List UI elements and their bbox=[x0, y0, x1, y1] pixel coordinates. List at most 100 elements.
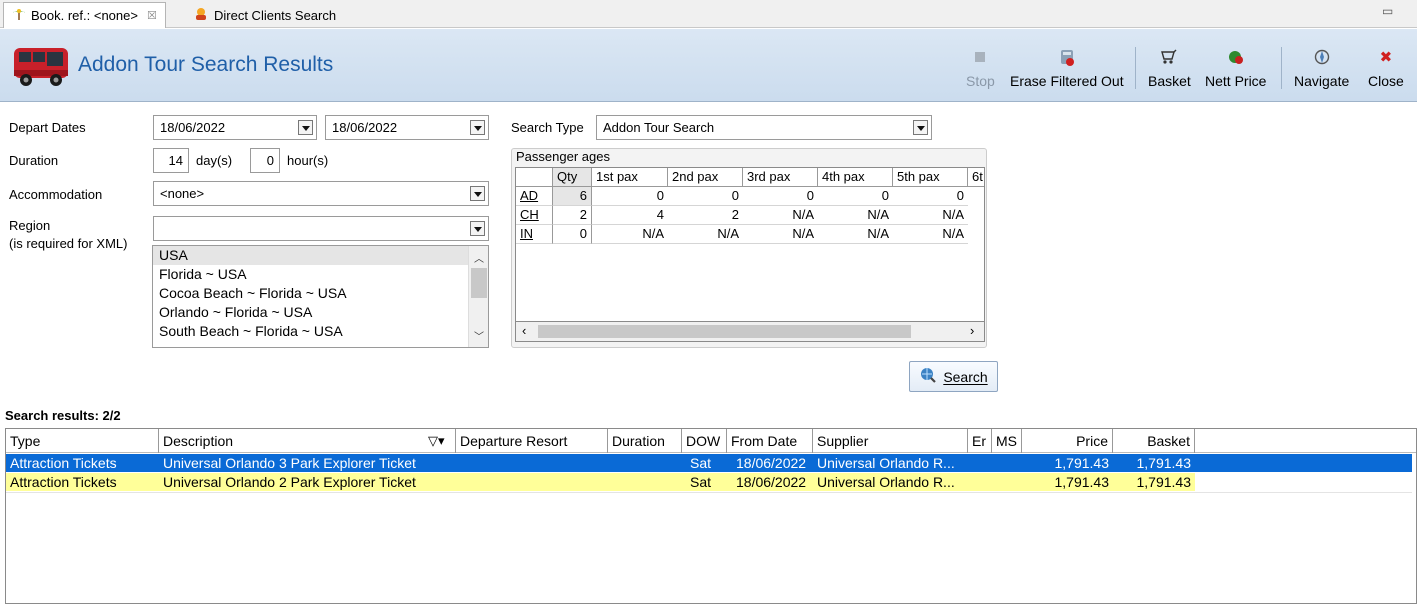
col-header-departure-resort[interactable]: Departure Resort bbox=[456, 429, 608, 453]
region-list-scrollbar[interactable]: ︿ ﹀ bbox=[468, 246, 488, 347]
grid-cell[interactable]: N/A bbox=[668, 225, 743, 244]
scroll-thumb[interactable] bbox=[471, 268, 487, 298]
chevron-down-icon[interactable] bbox=[470, 120, 485, 135]
depart-to-value: 18/06/2022 bbox=[332, 120, 398, 135]
grid-cell[interactable]: 2 bbox=[553, 206, 592, 225]
col-header-description[interactable]: Description bbox=[159, 429, 456, 453]
col-header-duration[interactable]: Duration bbox=[608, 429, 682, 453]
minimize-icon[interactable]: ▭ bbox=[1382, 4, 1399, 18]
grid-cell[interactable]: 0 bbox=[893, 187, 968, 206]
grid-cell[interactable]: N/A bbox=[592, 225, 668, 244]
accommodation-select[interactable]: <none> bbox=[153, 181, 489, 206]
stop-button[interactable]: Stop bbox=[966, 47, 995, 89]
close-button[interactable]: ✖ Close bbox=[1368, 47, 1404, 89]
grid-cell[interactable]: N/A bbox=[743, 225, 818, 244]
filter-icon[interactable]: ▽▾ bbox=[428, 433, 445, 449]
search-type-select[interactable]: Addon Tour Search bbox=[596, 115, 932, 140]
depart-to-date[interactable]: 18/06/2022 bbox=[325, 115, 489, 140]
grid-cell[interactable]: 0 bbox=[743, 187, 818, 206]
chevron-down-icon[interactable] bbox=[470, 186, 485, 201]
cell-er bbox=[968, 473, 992, 491]
depart-from-date[interactable]: 18/06/2022 bbox=[153, 115, 317, 140]
grid-cell[interactable]: 4 bbox=[592, 206, 668, 225]
passenger-grid-scrollbar[interactable]: ‹ › bbox=[515, 322, 985, 342]
passenger-ages-label: Passenger ages bbox=[516, 149, 610, 164]
grid-cell[interactable]: 0 bbox=[668, 187, 743, 206]
navigate-icon bbox=[1312, 47, 1332, 67]
region-note: (is required for XML) bbox=[9, 236, 128, 251]
scroll-thumb[interactable] bbox=[538, 325, 911, 338]
grid-cell[interactable]: N/A bbox=[893, 206, 968, 225]
passenger-ages-grid[interactable]: Qty 1st pax 2nd pax 3rd pax 4th pax 5th … bbox=[515, 167, 985, 322]
hours-unit-label: hour(s) bbox=[287, 153, 329, 168]
close-icon[interactable]: ☒ bbox=[147, 9, 157, 22]
navigate-button[interactable]: Navigate bbox=[1294, 47, 1349, 89]
tab-book-ref[interactable]: Book. ref.: <none> ☒ bbox=[3, 2, 166, 28]
col-header-ms[interactable]: MS bbox=[992, 429, 1022, 453]
tab-label: Direct Clients Search bbox=[214, 7, 337, 23]
grid-cell[interactable]: 0 bbox=[592, 187, 668, 206]
cell-basket: 1,791.43 bbox=[1136, 474, 1192, 490]
table-row[interactable]: Attraction Tickets Universal Orlando 2 P… bbox=[6, 473, 1195, 491]
chevron-down-icon[interactable]: ﹀ bbox=[474, 328, 484, 343]
grid-cell[interactable]: N/A bbox=[818, 206, 893, 225]
search-button[interactable]: Search bbox=[909, 361, 998, 392]
grid-cell[interactable]: 2 bbox=[668, 206, 743, 225]
col-header-dow[interactable]: DOW bbox=[682, 429, 727, 453]
tab-direct-clients-search[interactable]: Direct Clients Search bbox=[185, 2, 344, 28]
grid-cell[interactable]: 0 bbox=[818, 187, 893, 206]
search-results-count: Search results: 2/2 bbox=[5, 408, 121, 423]
grid-cell[interactable]: N/A bbox=[818, 225, 893, 244]
duration-hours-input[interactable]: 0 bbox=[250, 148, 280, 173]
chevron-up-icon[interactable]: ︿ bbox=[474, 250, 484, 265]
basket-button[interactable]: Basket bbox=[1148, 47, 1191, 89]
grid-cell[interactable]: N/A bbox=[893, 225, 968, 244]
row-header-in[interactable]: IN bbox=[516, 225, 553, 244]
grid-cell[interactable]: 6 bbox=[553, 187, 592, 206]
cell-departure-resort bbox=[456, 454, 608, 472]
list-item[interactable]: Cocoa Beach ~ Florida ~ USA bbox=[153, 284, 488, 303]
chevron-down-icon[interactable] bbox=[913, 120, 928, 135]
col-header-2nd-pax[interactable]: 2nd pax bbox=[668, 168, 743, 187]
search-type-value: Addon Tour Search bbox=[603, 120, 715, 135]
col-header-price[interactable]: Price bbox=[1022, 429, 1113, 453]
col-header-qty[interactable]: Qty bbox=[553, 168, 592, 187]
accommodation-value: <none> bbox=[160, 186, 205, 201]
grid-cell[interactable]: N/A bbox=[743, 206, 818, 225]
col-header-6th-pax[interactable]: 6t bbox=[968, 168, 984, 187]
duration-days-input[interactable]: 14 bbox=[153, 148, 189, 173]
list-item[interactable]: USA bbox=[153, 246, 488, 265]
list-item[interactable]: Orlando ~ Florida ~ USA bbox=[153, 303, 488, 322]
nett-price-button[interactable]: Nett Price bbox=[1205, 47, 1266, 89]
results-table[interactable]: Type Description ▽▾ Departure Resort Dur… bbox=[5, 428, 1417, 604]
col-header-from-date[interactable]: From Date bbox=[727, 429, 813, 453]
col-header-type[interactable]: Type bbox=[6, 429, 159, 453]
cell-ms bbox=[992, 454, 1022, 472]
chevron-down-icon[interactable] bbox=[470, 221, 485, 236]
chevron-down-icon[interactable] bbox=[298, 120, 313, 135]
window-controls[interactable]: ▭ bbox=[1382, 4, 1399, 18]
cell-type: Attraction Tickets bbox=[10, 455, 117, 471]
row-header-ad[interactable]: AD bbox=[516, 187, 553, 206]
chevron-left-icon[interactable]: ‹ bbox=[522, 323, 526, 338]
row-header-ch[interactable]: CH bbox=[516, 206, 553, 225]
nett-price-icon bbox=[1226, 47, 1246, 67]
col-header-supplier[interactable]: Supplier bbox=[813, 429, 968, 453]
erase-filtered-out-button[interactable]: Erase Filtered Out bbox=[1010, 47, 1124, 89]
table-row[interactable]: Attraction Tickets Universal Orlando 3 P… bbox=[6, 453, 1413, 473]
col-header-er[interactable]: Er bbox=[968, 429, 992, 453]
col-header-5th-pax[interactable]: 5th pax bbox=[893, 168, 968, 187]
erase-filter-icon bbox=[1057, 47, 1077, 67]
col-header-1st-pax[interactable]: 1st pax bbox=[592, 168, 668, 187]
list-item[interactable]: Florida ~ USA bbox=[153, 265, 488, 284]
chevron-right-icon[interactable]: › bbox=[970, 323, 974, 338]
region-select[interactable] bbox=[153, 216, 489, 241]
col-header-3rd-pax[interactable]: 3rd pax bbox=[743, 168, 818, 187]
col-header-4th-pax[interactable]: 4th pax bbox=[818, 168, 893, 187]
region-list[interactable]: USA Florida ~ USA Cocoa Beach ~ Florida … bbox=[152, 245, 489, 348]
list-item[interactable]: South Beach ~ Florida ~ USA bbox=[153, 322, 488, 341]
col-header-basket[interactable]: Basket bbox=[1113, 429, 1195, 453]
cell-duration bbox=[608, 454, 682, 472]
grid-cell[interactable]: 0 bbox=[553, 225, 592, 244]
stop-label: Stop bbox=[966, 73, 995, 89]
